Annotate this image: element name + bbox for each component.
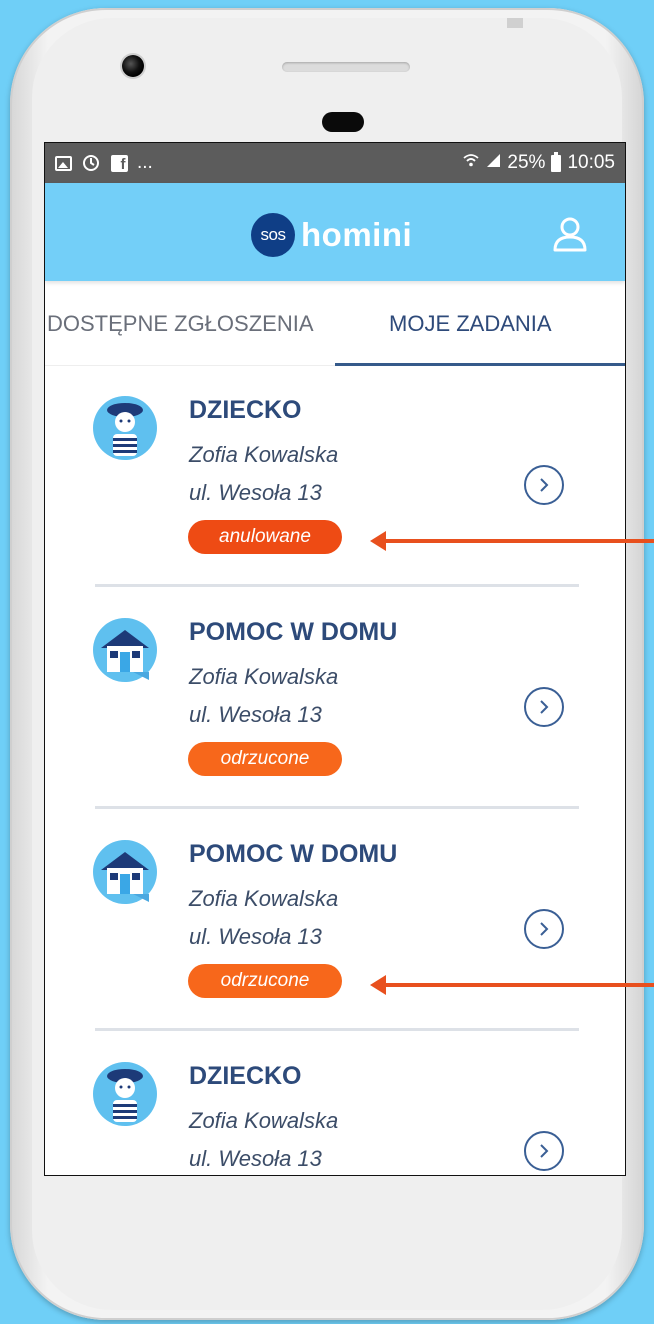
item-person-name: Zofia Kowalska — [189, 1108, 339, 1133]
list-item[interactable]: POMOC W DOMU Zofia Kowalska ul. Wesoła 1… — [45, 588, 625, 810]
proximity-sensor — [322, 112, 364, 132]
list-item[interactable]: POMOC W DOMU Zofia Kowalska ul. Wesoła 1… — [45, 810, 625, 1032]
logo-text: homini — [301, 216, 413, 253]
annotation-arrow — [370, 531, 654, 551]
item-address: ul. Wesoła 13 — [189, 480, 322, 505]
house-icon — [93, 618, 157, 682]
logo-badge: sos — [251, 213, 295, 257]
tab-bar: DOSTĘPNE ZGŁOSZENIA MOJE ZADANIA — [45, 281, 625, 366]
user-profile-icon[interactable] — [551, 217, 589, 253]
status-badge: odrzucone — [188, 964, 342, 998]
image-icon — [53, 153, 73, 173]
clock: 10:05 — [567, 152, 615, 173]
phone-button — [507, 18, 523, 28]
status-bar: f ... 25% 10:05 — [45, 143, 625, 183]
facebook-icon: f — [109, 153, 129, 173]
chevron-right-icon[interactable] — [523, 1130, 565, 1172]
battery-icon — [551, 151, 562, 172]
chevron-right-icon[interactable] — [523, 908, 565, 950]
divider — [95, 806, 579, 809]
signal-icon — [485, 152, 501, 174]
earpiece-speaker — [282, 62, 410, 72]
app-logo: sos homini — [251, 213, 412, 257]
item-person-name: Zofia Kowalska — [189, 664, 339, 689]
item-address: ul. Wesoła 13 — [189, 924, 322, 949]
tab-my-tasks[interactable]: MOJE ZADANIA — [389, 311, 552, 337]
phone-screen: f ... 25% 10:05 sos homini DOSTĘPNE ZGŁO… — [44, 142, 626, 1176]
sync-icon — [81, 153, 101, 173]
divider — [95, 1028, 579, 1031]
item-category: DZIECKO — [189, 396, 302, 424]
wifi-icon — [463, 152, 480, 174]
more-notifications: ... — [137, 152, 153, 173]
status-badge: odrzucone — [188, 742, 342, 776]
app-header: sos homini — [45, 183, 625, 281]
item-person-name: Zofia Kowalska — [189, 886, 339, 911]
item-address: ul. Wesoła 13 — [189, 702, 322, 727]
item-address: ul. Wesoła 13 — [189, 1146, 322, 1171]
item-person-name: Zofia Kowalska — [189, 442, 339, 467]
annotation-arrow — [370, 975, 654, 995]
status-badge: anulowane — [188, 520, 342, 554]
item-category: POMOC W DOMU — [189, 840, 398, 868]
front-camera — [122, 55, 144, 77]
child-icon — [93, 1062, 157, 1126]
house-icon — [93, 840, 157, 904]
chevron-right-icon[interactable] — [523, 686, 565, 728]
tab-available-requests[interactable]: DOSTĘPNE ZGŁOSZENIA — [47, 311, 314, 337]
divider — [95, 584, 579, 587]
list-item[interactable]: DZIECKO Zofia Kowalska ul. Wesoła 13 anu… — [45, 366, 625, 588]
list-item[interactable]: DZIECKO Zofia Kowalska ul. Wesoła 13 — [45, 1032, 625, 1175]
item-category: DZIECKO — [189, 1062, 302, 1090]
battery-percent: 25% — [507, 152, 546, 173]
child-icon — [93, 396, 157, 460]
item-category: POMOC W DOMU — [189, 618, 398, 646]
chevron-right-icon[interactable] — [523, 464, 565, 506]
